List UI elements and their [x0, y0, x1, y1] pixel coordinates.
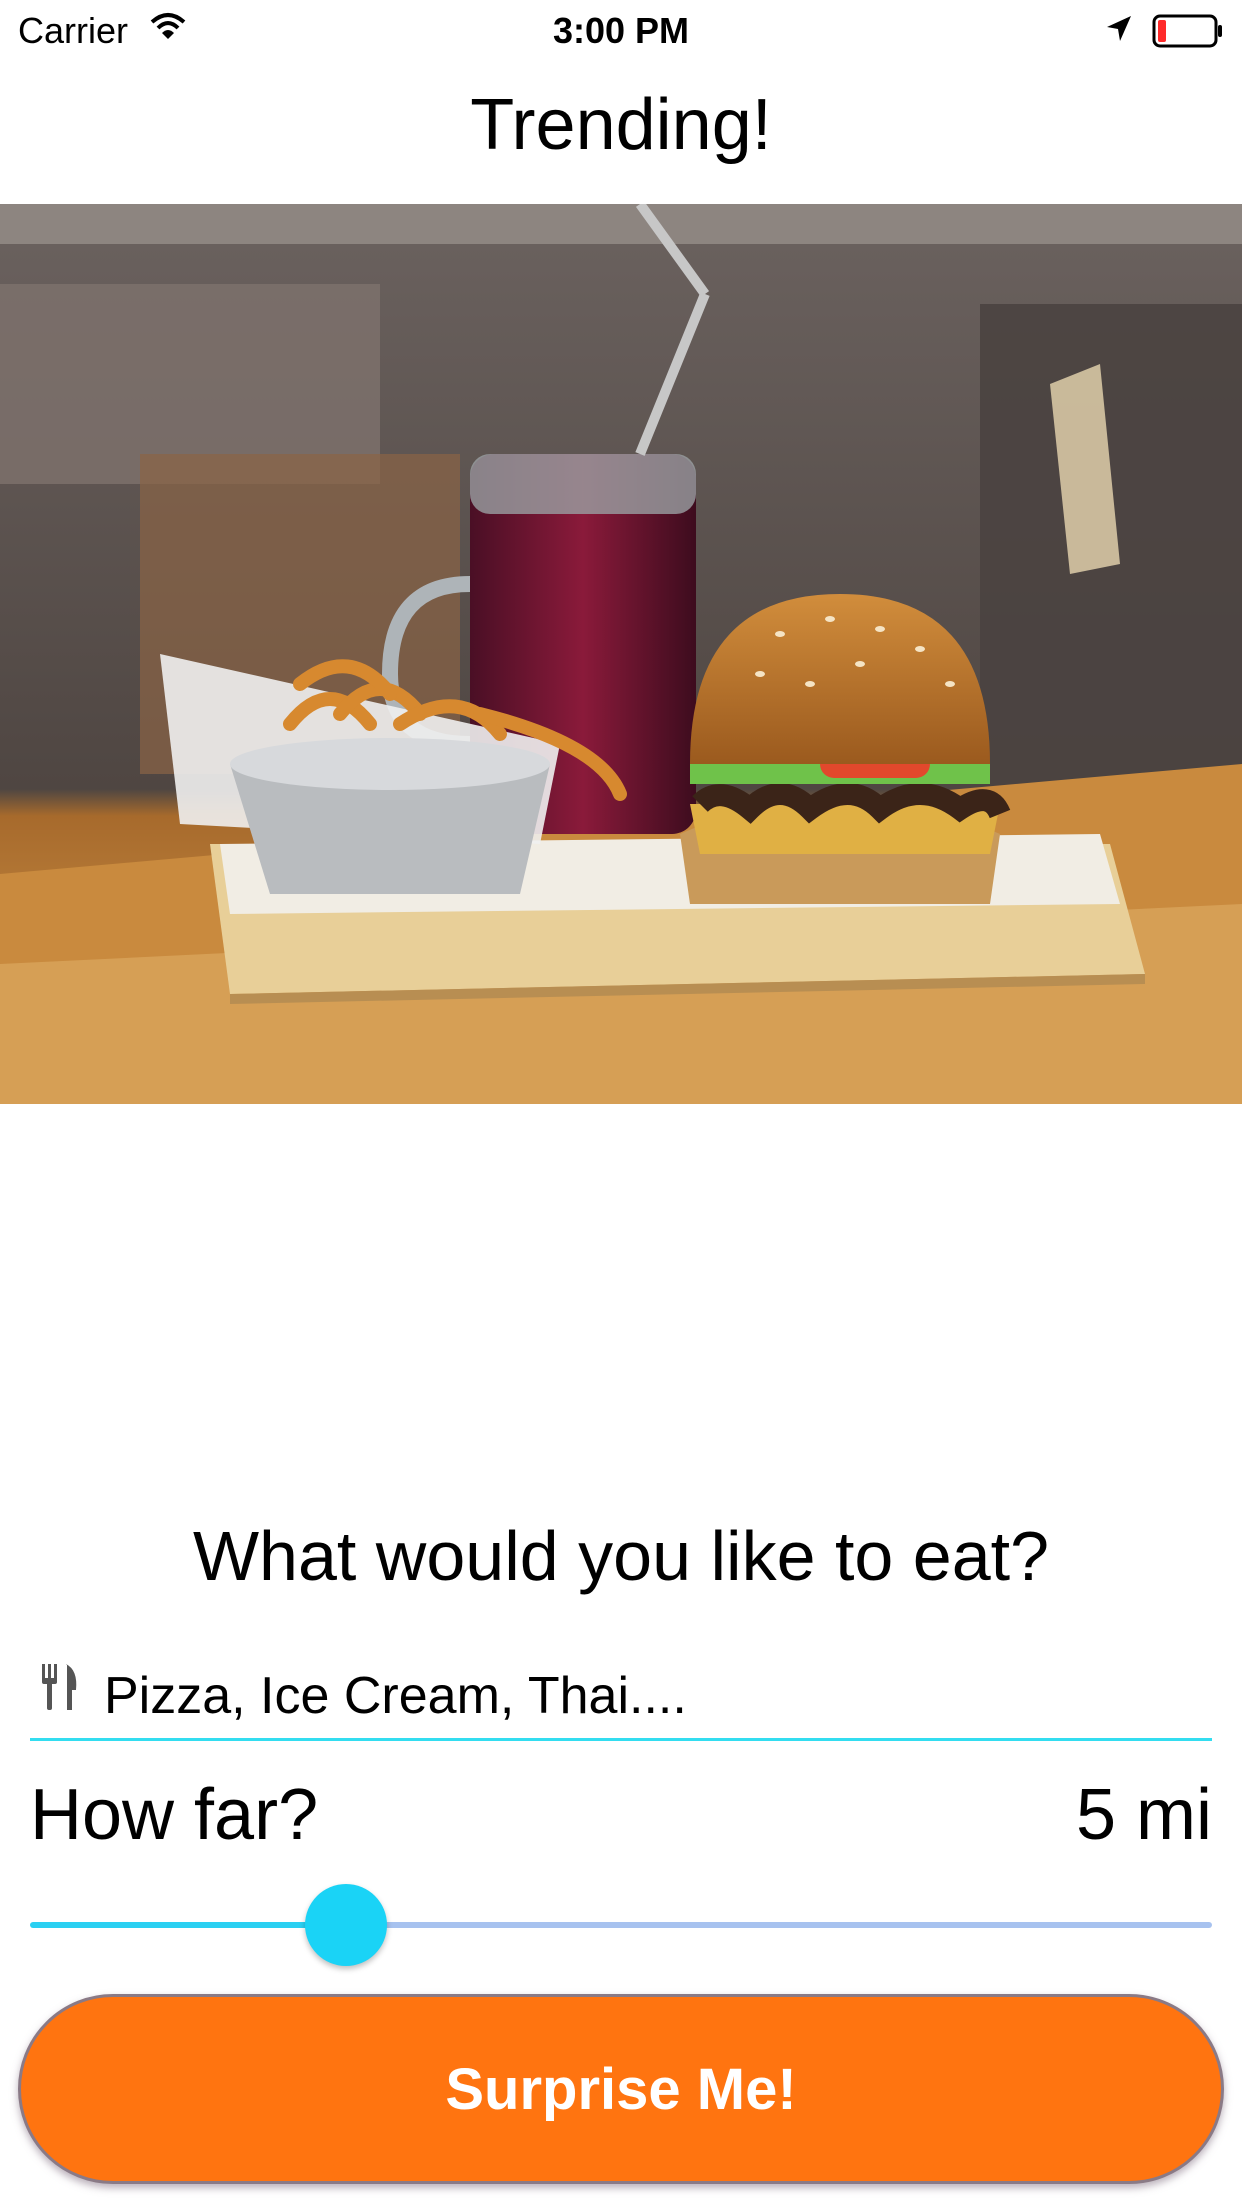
food-photo-image — [0, 204, 1242, 1104]
location-arrow-icon — [1104, 14, 1134, 49]
battery-icon — [1152, 14, 1224, 53]
fork-knife-icon — [40, 1664, 80, 1717]
surprise-me-button[interactable]: Surprise Me! — [18, 1994, 1224, 2184]
status-bar: Carrier 3:00 PM — [0, 0, 1242, 60]
trending-carousel[interactable] — [0, 204, 1242, 1104]
food-question: What would you like to eat? — [192, 1517, 1050, 1595]
slider-track-remaining — [346, 1922, 1212, 1928]
distance-label: How far? — [30, 1775, 319, 1855]
slider-track-filled — [30, 1922, 346, 1928]
slider-thumb[interactable] — [305, 1884, 387, 1966]
page-title: Trending! — [470, 85, 772, 165]
distance-slider[interactable] — [30, 1880, 1212, 1970]
surprise-me-label: Surprise Me! — [445, 2056, 797, 2122]
food-search-row — [30, 1660, 1212, 1740]
food-input-underline — [30, 1738, 1212, 1741]
status-time: 3:00 PM — [552, 10, 690, 51]
food-search-input[interactable] — [102, 1660, 1206, 1732]
distance-value: 5 mi — [1075, 1775, 1212, 1855]
